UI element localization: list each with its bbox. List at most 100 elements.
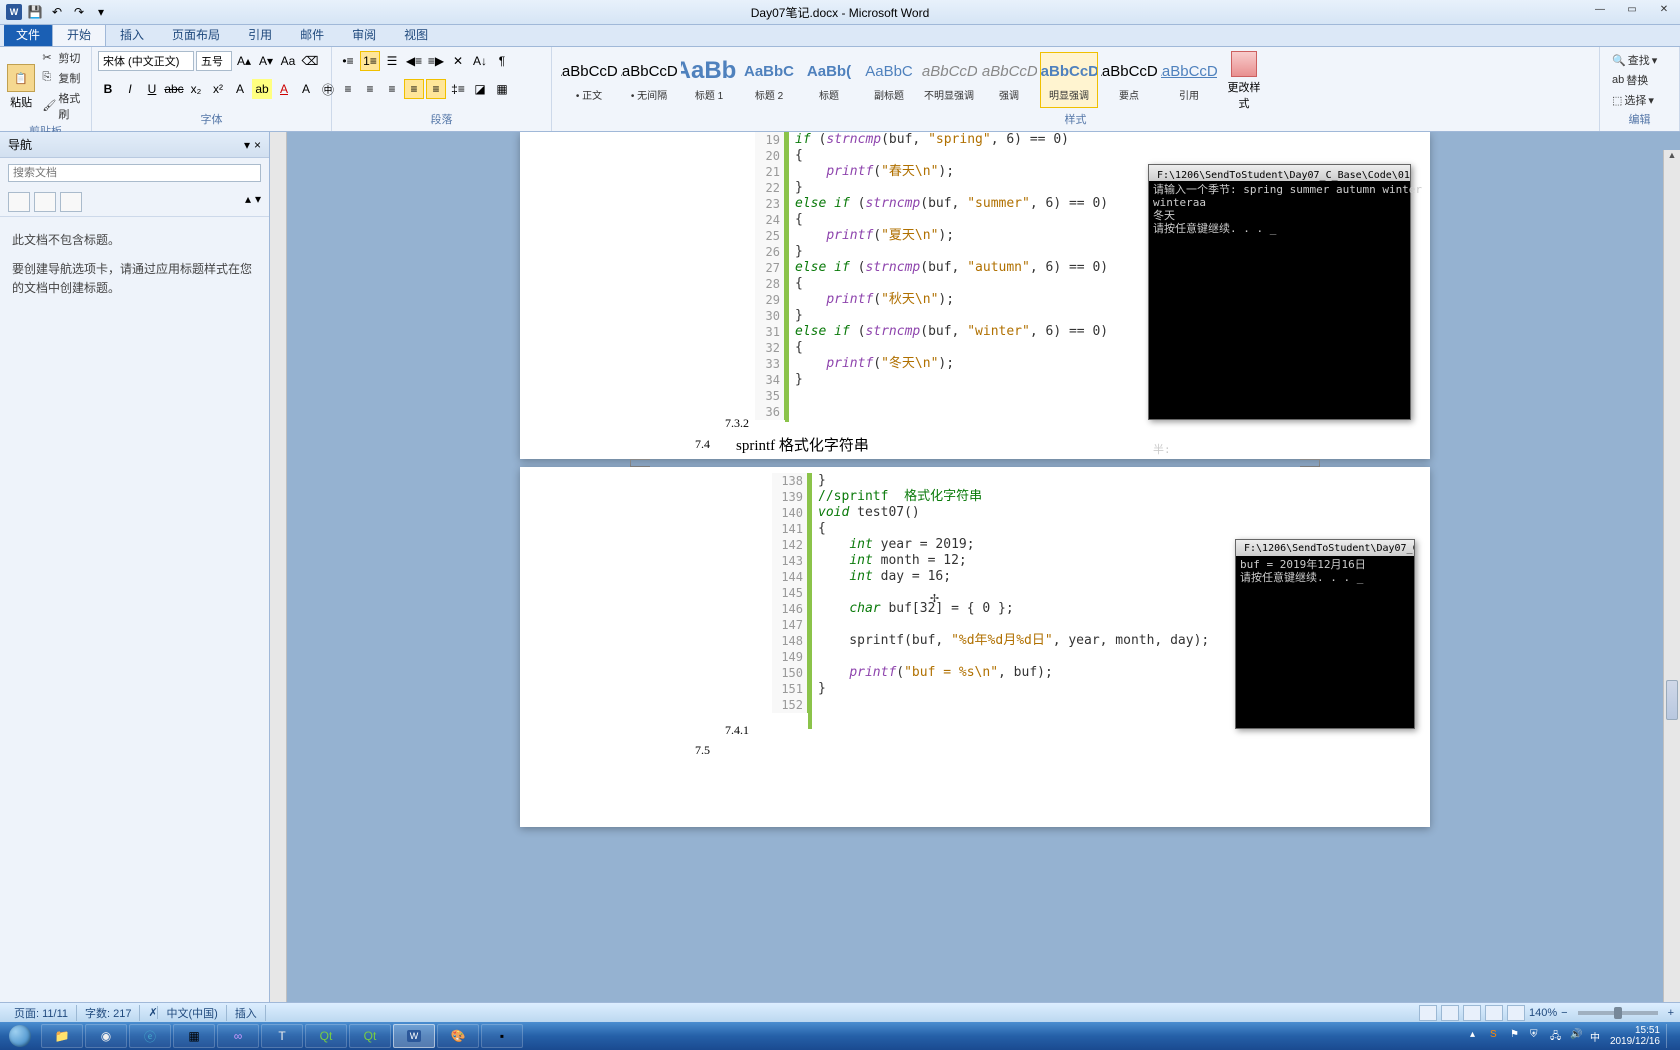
task-chrome[interactable]: ◉ — [85, 1024, 127, 1048]
tab-review[interactable]: 审阅 — [338, 23, 390, 46]
tab-layout[interactable]: 页面布局 — [158, 23, 234, 46]
change-case-button[interactable]: Aa — [278, 51, 298, 71]
task-word[interactable]: W — [393, 1024, 435, 1048]
tab-insert[interactable]: 插入 — [106, 23, 158, 46]
view-web[interactable] — [1463, 1005, 1481, 1021]
superscript-button[interactable]: x² — [208, 79, 228, 99]
tab-view[interactable]: 视图 — [390, 23, 442, 46]
find-button[interactable]: 🔍 查找 ▾ — [1610, 51, 1659, 69]
align-center-button[interactable]: ≡ — [360, 79, 380, 99]
style-item-6[interactable]: AaBbCcDd 不明显强调 — [920, 52, 978, 108]
style-item-4[interactable]: AaBb( 标题 — [800, 52, 858, 108]
align-distribute-button[interactable]: ≡ — [426, 79, 446, 99]
align-right-button[interactable]: ≡ — [382, 79, 402, 99]
nav-tab-results[interactable] — [60, 192, 82, 212]
font-name-select[interactable]: 宋体 (中文正文) — [98, 51, 194, 71]
zoom-slider[interactable] — [1578, 1011, 1658, 1015]
char-shading-button[interactable]: A — [296, 79, 316, 99]
inc-indent-button[interactable]: ≡▶ — [426, 51, 446, 71]
qat-more-icon[interactable]: ▾ — [92, 3, 110, 21]
task-paint[interactable]: 🎨 — [437, 1024, 479, 1048]
shading-button[interactable]: ◪ — [470, 79, 490, 99]
style-item-8[interactable]: AaBbCcDd 明显强调 — [1040, 52, 1098, 108]
bold-button[interactable]: B — [98, 79, 118, 99]
font-size-select[interactable]: 五号 — [196, 51, 232, 71]
tray-clock[interactable]: 15:51 2019/12/16 — [1610, 1025, 1660, 1047]
multilevel-button[interactable]: ☰ — [382, 51, 402, 71]
task-sublime[interactable]: ▦ — [173, 1024, 215, 1048]
tray-ime-icon[interactable]: 中 — [1590, 1029, 1604, 1043]
nav-close-icon[interactable]: × — [254, 138, 261, 152]
subscript-button[interactable]: x₂ — [186, 79, 206, 99]
show-desktop-button[interactable] — [1666, 1024, 1674, 1048]
asian-layout-button[interactable]: ✕ — [448, 51, 468, 71]
tray-up-icon[interactable]: ▴ — [1470, 1029, 1484, 1043]
status-page[interactable]: 页面: 11/11 — [6, 1005, 77, 1021]
text-effects-button[interactable]: A — [230, 79, 250, 99]
grow-font-button[interactable]: A▴ — [234, 51, 254, 71]
italic-button[interactable]: I — [120, 79, 140, 99]
vertical-scrollbar[interactable]: ▲ ▼ — [1663, 150, 1680, 1022]
nav-prev-icon[interactable]: ▴ — [245, 192, 251, 212]
highlight-button[interactable]: ab — [252, 79, 272, 99]
scroll-thumb[interactable] — [1666, 680, 1678, 720]
style-item-3[interactable]: AaBbC 标题 2 — [740, 52, 798, 108]
styles-gallery[interactable]: AaBbCcDd • 正文 AaBbCcDd • 无间隔 AaBb( 标题 1 … — [558, 50, 1220, 110]
borders-button[interactable]: ▦ — [492, 79, 512, 99]
show-marks-button[interactable]: ¶ — [492, 51, 512, 71]
nav-tab-pages[interactable] — [34, 192, 56, 212]
style-item-2[interactable]: AaBb( 标题 1 — [680, 52, 738, 108]
clear-format-button[interactable]: ⌫ — [300, 51, 320, 71]
status-mode[interactable]: 插入 — [227, 1005, 266, 1021]
view-draft[interactable] — [1507, 1005, 1525, 1021]
tray-sogou-icon[interactable]: S — [1490, 1029, 1504, 1043]
replace-button[interactable]: ab 替换 — [1610, 71, 1659, 89]
shrink-font-button[interactable]: A▾ — [256, 51, 276, 71]
start-button[interactable] — [0, 1022, 40, 1050]
task-cmd[interactable]: ▪ — [481, 1024, 523, 1048]
style-item-9[interactable]: AaBbCcDd 要点 — [1100, 52, 1158, 108]
format-painter-button[interactable]: 🖌格式刷 — [40, 89, 85, 123]
tray-volume-icon[interactable]: 🔊 — [1570, 1029, 1584, 1043]
document-area[interactable]: ▲ ▼ 192021222324252627282930313233343536… — [270, 132, 1680, 1022]
nav-dropdown-icon[interactable]: ▾ — [244, 138, 250, 152]
status-spell-icon[interactable]: ✗ — [140, 1006, 158, 1019]
undo-icon[interactable]: ↶ — [48, 3, 66, 21]
status-words[interactable]: 字数: 217 — [77, 1005, 140, 1021]
view-fullscreen[interactable] — [1441, 1005, 1459, 1021]
paste-button[interactable]: 📋 粘贴 — [6, 62, 36, 110]
zoom-handle[interactable] — [1614, 1007, 1622, 1019]
style-item-5[interactable]: AaBbC 副标题 — [860, 52, 918, 108]
line-spacing-button[interactable]: ‡≡ — [448, 79, 468, 99]
underline-button[interactable]: U — [142, 79, 162, 99]
style-item-10[interactable]: AaBbCcDd 引用 — [1160, 52, 1218, 108]
tab-references[interactable]: 引用 — [234, 23, 286, 46]
redo-icon[interactable]: ↷ — [70, 3, 88, 21]
tray-flag-icon[interactable]: ⚑ — [1510, 1029, 1524, 1043]
bullets-button[interactable]: •≡ — [338, 51, 358, 71]
align-justify-button[interactable]: ≡ — [404, 79, 424, 99]
tab-mailings[interactable]: 邮件 — [286, 23, 338, 46]
style-item-7[interactable]: AaBbCcDd 强调 — [980, 52, 1038, 108]
tab-file[interactable]: 文件 — [4, 23, 52, 46]
task-explorer[interactable]: 📁 — [41, 1024, 83, 1048]
restore-button[interactable]: ▭ — [1620, 4, 1644, 20]
select-button[interactable]: ⬚ 选择 ▾ — [1610, 91, 1659, 109]
search-input[interactable] — [8, 164, 261, 182]
change-styles-button[interactable]: 更改样式 — [1224, 49, 1264, 111]
task-vs[interactable]: ∞ — [217, 1024, 259, 1048]
zoom-percent[interactable]: 140% — [1529, 1007, 1557, 1019]
zoom-out-button[interactable]: − — [1561, 1007, 1567, 1019]
tray-shield-icon[interactable]: ⛨ — [1530, 1029, 1544, 1043]
style-item-1[interactable]: AaBbCcDd • 无间隔 — [620, 52, 678, 108]
strike-button[interactable]: abc — [164, 79, 184, 99]
style-item-0[interactable]: AaBbCcDd • 正文 — [560, 52, 618, 108]
dec-indent-button[interactable]: ◀≡ — [404, 51, 424, 71]
zoom-in-button[interactable]: + — [1668, 1007, 1674, 1019]
numbering-button[interactable]: 1≡ — [360, 51, 380, 71]
task-qt2[interactable]: Qt — [349, 1024, 391, 1048]
task-qt[interactable]: Qt — [305, 1024, 347, 1048]
nav-next-icon[interactable]: ▾ — [255, 192, 261, 212]
nav-tab-headings[interactable] — [8, 192, 30, 212]
view-outline[interactable] — [1485, 1005, 1503, 1021]
